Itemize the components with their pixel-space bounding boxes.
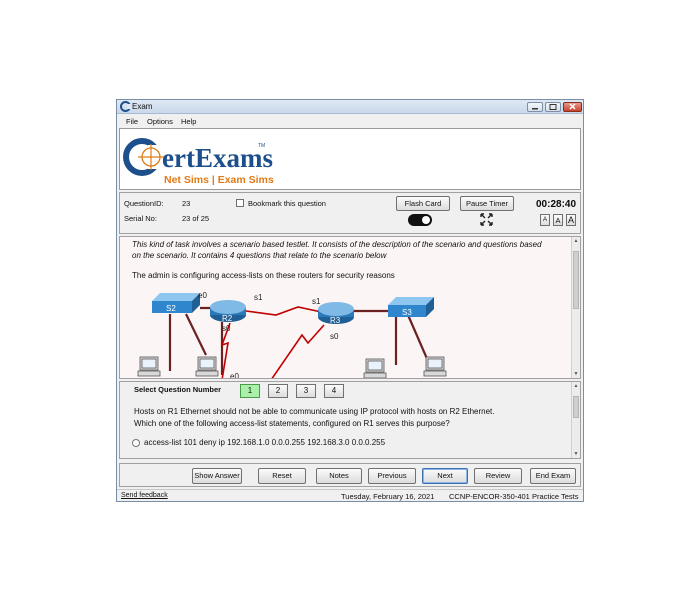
scenario-panel: This kind of task involves a scenario ba…	[119, 236, 581, 379]
question-number-4[interactable]: 4	[324, 384, 344, 398]
close-icon	[569, 103, 576, 110]
serial-value: 23 of 25	[182, 214, 210, 223]
s3-label: S3	[402, 308, 412, 317]
next-button[interactable]: Next	[422, 468, 468, 484]
navigation-bar: Show Answer Reset Notes Previous Next Re…	[119, 463, 581, 487]
font-small-button[interactable]: A	[540, 214, 550, 226]
e0-label: e0	[198, 291, 207, 300]
r3-label: R3	[330, 316, 341, 325]
product-name: CCNP-ENCOR-350-401 Practice Tests	[449, 492, 579, 501]
status-date: Tuesday, February 16, 2021	[341, 492, 435, 501]
scroll-down-icon[interactable]: ▼	[572, 450, 580, 458]
previous-button[interactable]: Previous	[368, 468, 416, 484]
router-r2-icon: R2	[210, 300, 246, 323]
scenario-scrollbar[interactable]: ▲ ▼	[571, 237, 580, 378]
e0-label: e0	[230, 372, 239, 379]
s0-label: s0	[222, 324, 231, 333]
select-question-label: Select Question Number	[134, 385, 222, 394]
scenario-text: The admin is configuring access-lists on…	[132, 271, 395, 280]
bookmark-label[interactable]: Bookmark this question	[248, 199, 326, 208]
crosshair-icon	[123, 138, 164, 176]
app-icon	[120, 101, 131, 112]
question-scrollbar[interactable]: ▲ ▼	[571, 382, 580, 458]
show-answer-button[interactable]: Show Answer	[192, 468, 242, 484]
s0-label: s0	[330, 332, 339, 341]
question-number-3[interactable]: 3	[296, 384, 316, 398]
scroll-up-icon[interactable]: ▲	[572, 382, 580, 390]
logo-tagline: Net Sims | Exam Sims	[164, 174, 274, 186]
question-number-2[interactable]: 2	[268, 384, 288, 398]
r2-label: R2	[222, 314, 233, 323]
bookmark-checkbox[interactable]	[236, 199, 244, 207]
font-large-button[interactable]: A	[566, 214, 576, 226]
review-button[interactable]: Review	[474, 468, 522, 484]
logo-tm: TM	[258, 143, 265, 149]
minimize-icon	[532, 108, 538, 110]
logo-panel: ertExams TM Net Sims | Exam Sims	[119, 128, 581, 190]
router-r3-icon: R3	[318, 302, 354, 325]
s1-label: s1	[312, 297, 321, 306]
pc-icon	[423, 356, 447, 377]
font-medium-button[interactable]: A	[553, 214, 563, 226]
send-feedback-link[interactable]: Send feedback	[121, 492, 168, 499]
menu-file[interactable]: File	[126, 117, 138, 126]
maximize-icon	[549, 104, 557, 110]
scenario-intro: This kind of task involves a scenario ba…	[132, 240, 542, 260]
pc-icon	[137, 356, 161, 377]
switch-s3-icon: S3	[388, 297, 434, 317]
pause-timer-button[interactable]: Pause Timer	[460, 196, 514, 211]
question-id-label: QuestionID:	[124, 199, 164, 208]
exam-window: Exam File Options Help ertExams TM Net S…	[116, 99, 584, 502]
question-id-value: 23	[182, 199, 191, 208]
fullscreen-icon[interactable]	[480, 213, 493, 226]
s2-label: S2	[166, 304, 176, 313]
scroll-up-icon[interactable]: ▲	[572, 237, 580, 245]
certexams-logo: ertExams TM Net Sims | Exam Sims	[123, 138, 274, 186]
menu-help[interactable]: Help	[181, 117, 196, 126]
pc-icon	[195, 356, 219, 377]
question-info-panel: QuestionID: 23 Serial No: 23 of 25 Bookm…	[119, 192, 581, 234]
question-number-1[interactable]: 1	[240, 384, 260, 398]
title-bar[interactable]: Exam	[117, 100, 583, 114]
menu-options[interactable]: Options	[147, 117, 173, 126]
question-line-1: Hosts on R1 Ethernet should not be able …	[134, 407, 495, 416]
reset-button[interactable]: Reset	[258, 468, 306, 484]
serial-label: Serial No:	[124, 214, 157, 223]
network-diagram: S2 R2 R3 S3 e0 s1 s0 s1 s0 e0	[137, 291, 447, 379]
pc-icon	[363, 358, 387, 378]
scrollbar-thumb[interactable]	[573, 251, 579, 309]
close-button[interactable]	[563, 102, 582, 112]
s1-label: s1	[254, 293, 263, 302]
question-panel: Select Question Number 1 2 3 4 Hosts on …	[119, 381, 581, 459]
answer-radio[interactable]	[132, 439, 140, 447]
timer: 00:28:40	[536, 199, 577, 210]
question-line-2: Which one of the following access-list s…	[134, 419, 450, 428]
status-bar: Send feedback Tuesday, February 16, 2021…	[117, 489, 583, 501]
flash-card-button[interactable]: Flash Card	[396, 196, 450, 211]
switch-s2-icon: S2	[152, 293, 200, 313]
question-text: Hosts on R1 Ethernet should not be able …	[134, 406, 564, 430]
answer-option-1[interactable]: access-list 101 deny ip 192.168.1.0 0.0.…	[144, 438, 385, 447]
maximize-button[interactable]	[545, 102, 561, 112]
logo-brand: ertExams	[162, 143, 273, 173]
end-exam-button[interactable]: End Exam	[530, 468, 576, 484]
toggle-knob	[422, 216, 430, 224]
window-title: Exam	[132, 102, 153, 111]
scroll-down-icon[interactable]: ▼	[572, 370, 580, 378]
scrollbar-thumb[interactable]	[573, 396, 579, 418]
theme-toggle[interactable]	[408, 214, 432, 226]
notes-button[interactable]: Notes	[316, 468, 362, 484]
minimize-button[interactable]	[527, 102, 543, 112]
menu-bar: File Options Help	[117, 115, 583, 127]
